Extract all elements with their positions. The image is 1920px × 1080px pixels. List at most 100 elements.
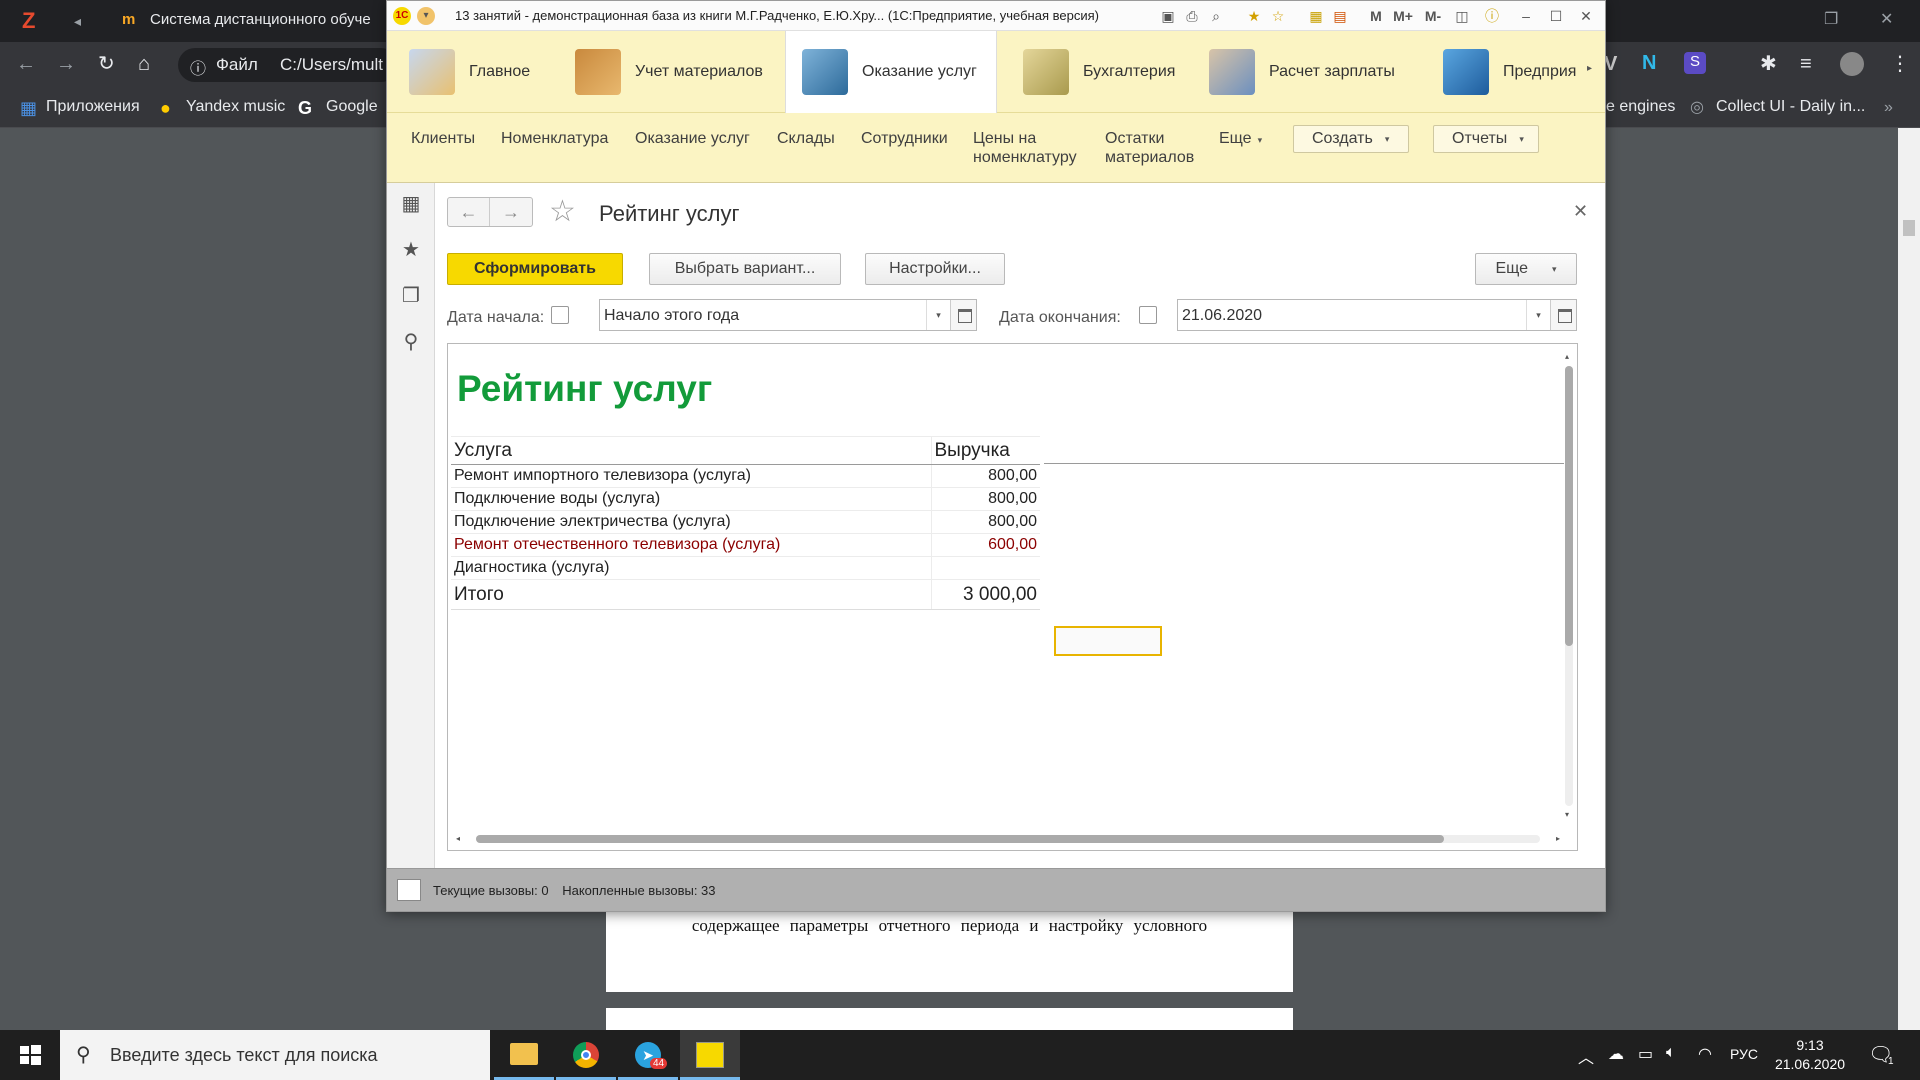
network-people-icon[interactable]: ☁ — [1608, 1044, 1624, 1064]
add-favorite-icon[interactable]: ★ — [1245, 7, 1263, 25]
close-icon[interactable]: ✕ — [1577, 7, 1595, 25]
report-vertical-scrollbar[interactable]: ▴ ▾ — [1562, 352, 1576, 822]
cmd-warehouses[interactable]: Склады — [777, 129, 835, 148]
calculator-icon[interactable]: ▦ — [1307, 7, 1325, 25]
cmd-more[interactable]: Еще ▾ — [1219, 129, 1262, 150]
section-main[interactable]: Главное — [409, 31, 559, 113]
home-icon[interactable]: ⌂ — [138, 54, 150, 74]
cmd-prices[interactable]: Цены на номенклатуру — [973, 129, 1077, 167]
cell-revenue[interactable]: 600,00 — [931, 533, 1040, 557]
wifi-icon[interactable]: ◠ — [1698, 1044, 1712, 1064]
browser-tab-title[interactable]: Система дистанционного обуче — [150, 11, 371, 28]
taskbar-search-input[interactable]: ⚲ Введите здесь текст для поиска — [60, 1030, 490, 1080]
cell-service[interactable]: Диагностика (услуга) — [451, 556, 932, 580]
memory-m-minus-icon[interactable]: M- — [1421, 7, 1445, 25]
window-restore-icon[interactable]: ❐ — [1824, 10, 1838, 30]
chevron-down-icon[interactable]: ▾ — [926, 300, 950, 330]
total-label[interactable]: Итого — [451, 579, 932, 610]
cmd-rests[interactable]: Остатки материалов — [1105, 129, 1194, 167]
header-revenue[interactable]: Выручка — [931, 436, 1040, 465]
extensions-puzzle-icon[interactable]: ✱ — [1760, 54, 1777, 74]
selected-cell[interactable] — [1054, 626, 1162, 656]
window-close-icon[interactable]: ✕ — [1880, 10, 1893, 30]
more-button[interactable]: Еще ▾ — [1475, 253, 1577, 285]
date-start-field[interactable]: Начало этого года ▾ — [599, 299, 977, 331]
cell-revenue[interactable]: 800,00 — [931, 487, 1040, 511]
header-service[interactable]: Услуга — [451, 436, 932, 465]
back-icon[interactable]: ← — [16, 54, 36, 74]
cell-revenue[interactable]: 800,00 — [931, 510, 1040, 534]
section-enterprise[interactable]: Предприя — [1443, 31, 1583, 113]
report-horizontal-scrollbar[interactable]: ◂ ▸ — [456, 832, 1566, 846]
chrome-icon[interactable] — [556, 1030, 616, 1080]
date-start-checkbox[interactable] — [551, 306, 569, 324]
speaker-icon[interactable]: ◂ — [74, 11, 81, 31]
report-document[interactable]: Рейтинг услуг Услуга Выручка Ремонт импо… — [447, 343, 1578, 851]
language-indicator[interactable]: РУС — [1730, 1046, 1758, 1062]
cell-service[interactable]: Ремонт импортного телевизора (услуга) — [451, 464, 932, 488]
bookmark-collect-ui[interactable]: Collect UI - Daily in... — [1716, 98, 1865, 116]
print-icon[interactable]: ⎙ — [1183, 7, 1201, 25]
cell-revenue[interactable] — [931, 556, 1040, 580]
save-icon[interactable]: ▣ — [1159, 7, 1177, 25]
cmd-nomenclature[interactable]: Номенклатура — [501, 129, 608, 148]
zotero-icon[interactable]: Z — [22, 8, 35, 34]
telegram-icon[interactable]: ➤ 44 — [618, 1030, 678, 1080]
address-bar[interactable]: ⓘ Файл C:/Users/mult — [178, 48, 398, 82]
grid-menu-icon[interactable]: ▦ — [400, 193, 422, 215]
create-button[interactable]: Создать ▾ — [1293, 125, 1409, 153]
bookmark-engines[interactable]: e engines — [1606, 98, 1675, 116]
section-services[interactable]: Оказание услуг — [785, 31, 997, 113]
section-accounting[interactable]: Бухгалтерия — [1023, 31, 1193, 113]
choose-variant-button[interactable]: Выбрать вариант... — [649, 253, 841, 285]
calendar-icon[interactable] — [950, 300, 976, 330]
reports-button[interactable]: Отчеты ▾ — [1433, 125, 1539, 153]
section-materials[interactable]: Учет материалов — [575, 31, 775, 113]
more-bookmarks-icon[interactable]: » — [1884, 98, 1893, 118]
minimize-icon[interactable]: – — [1517, 7, 1535, 25]
favorites-star-icon[interactable]: ★ — [400, 239, 422, 261]
favorites-icon[interactable]: ☆ — [1269, 7, 1287, 25]
generate-button[interactable]: Сформировать — [447, 253, 623, 285]
volume-icon[interactable]: 🔈︎ — [1666, 1044, 1676, 1062]
cmd-employees[interactable]: Сотрудники — [861, 129, 948, 148]
server-calls-icon[interactable] — [397, 879, 421, 901]
cell-service[interactable]: Подключение электричества (услуга) — [451, 510, 932, 534]
total-value[interactable]: 3 000,00 — [931, 579, 1040, 610]
profile-avatar-icon[interactable] — [1840, 52, 1864, 76]
onec-logo-icon[interactable]: 1С — [393, 7, 411, 25]
history-icon[interactable]: ❐ — [400, 285, 422, 307]
extension-n-icon[interactable]: N — [1642, 53, 1656, 73]
battery-icon[interactable]: ▭ — [1638, 1044, 1653, 1064]
cell-service[interactable]: Подключение воды (услуга) — [451, 487, 932, 511]
calendar-icon[interactable] — [1550, 300, 1576, 330]
preview-icon[interactable]: ⌕ — [1207, 7, 1225, 25]
back-arrow-icon[interactable]: ← — [448, 198, 490, 226]
onec-taskbar-icon[interactable] — [680, 1030, 740, 1080]
settings-button[interactable]: Настройки... — [865, 253, 1005, 285]
apps-grid-icon[interactable]: ▦ — [20, 98, 37, 118]
extension-s-icon[interactable]: S — [1684, 52, 1706, 74]
bookmark-apps[interactable]: Приложения — [46, 98, 140, 116]
bookmark-google[interactable]: Google — [326, 98, 378, 116]
bookmark-yandex-music[interactable]: Yandex music — [186, 98, 285, 116]
v-scroll-thumb[interactable] — [1565, 366, 1573, 646]
form-close-icon[interactable]: ✕ — [1573, 201, 1588, 222]
favorite-star-icon[interactable]: ☆ — [549, 197, 576, 227]
forward-icon[interactable]: → — [56, 54, 76, 74]
memory-m-plus-icon[interactable]: M+ — [1391, 7, 1415, 25]
scroll-left-icon[interactable]: ◂ — [456, 834, 460, 843]
scroll-up-icon[interactable]: ▴ — [1565, 352, 1569, 361]
cmd-clients[interactable]: Клиенты — [411, 129, 475, 148]
file-explorer-icon[interactable] — [494, 1030, 554, 1080]
extension-v-icon[interactable]: V — [1604, 54, 1617, 74]
date-end-field[interactable]: 21.06.2020 ▾ — [1177, 299, 1577, 331]
cell-revenue[interactable]: 800,00 — [931, 464, 1040, 488]
forward-arrow-icon[interactable]: → — [490, 198, 532, 226]
info-icon[interactable]: ⓘ — [1483, 7, 1501, 25]
windows-start-icon[interactable] — [0, 1030, 60, 1080]
reload-icon[interactable]: ↻ — [98, 54, 115, 74]
calendar-icon[interactable]: ▤ — [1331, 7, 1349, 25]
browser-menu-icon[interactable]: ⋮ — [1890, 54, 1910, 74]
sections-scroll-right-icon[interactable]: ▸ — [1587, 63, 1592, 74]
